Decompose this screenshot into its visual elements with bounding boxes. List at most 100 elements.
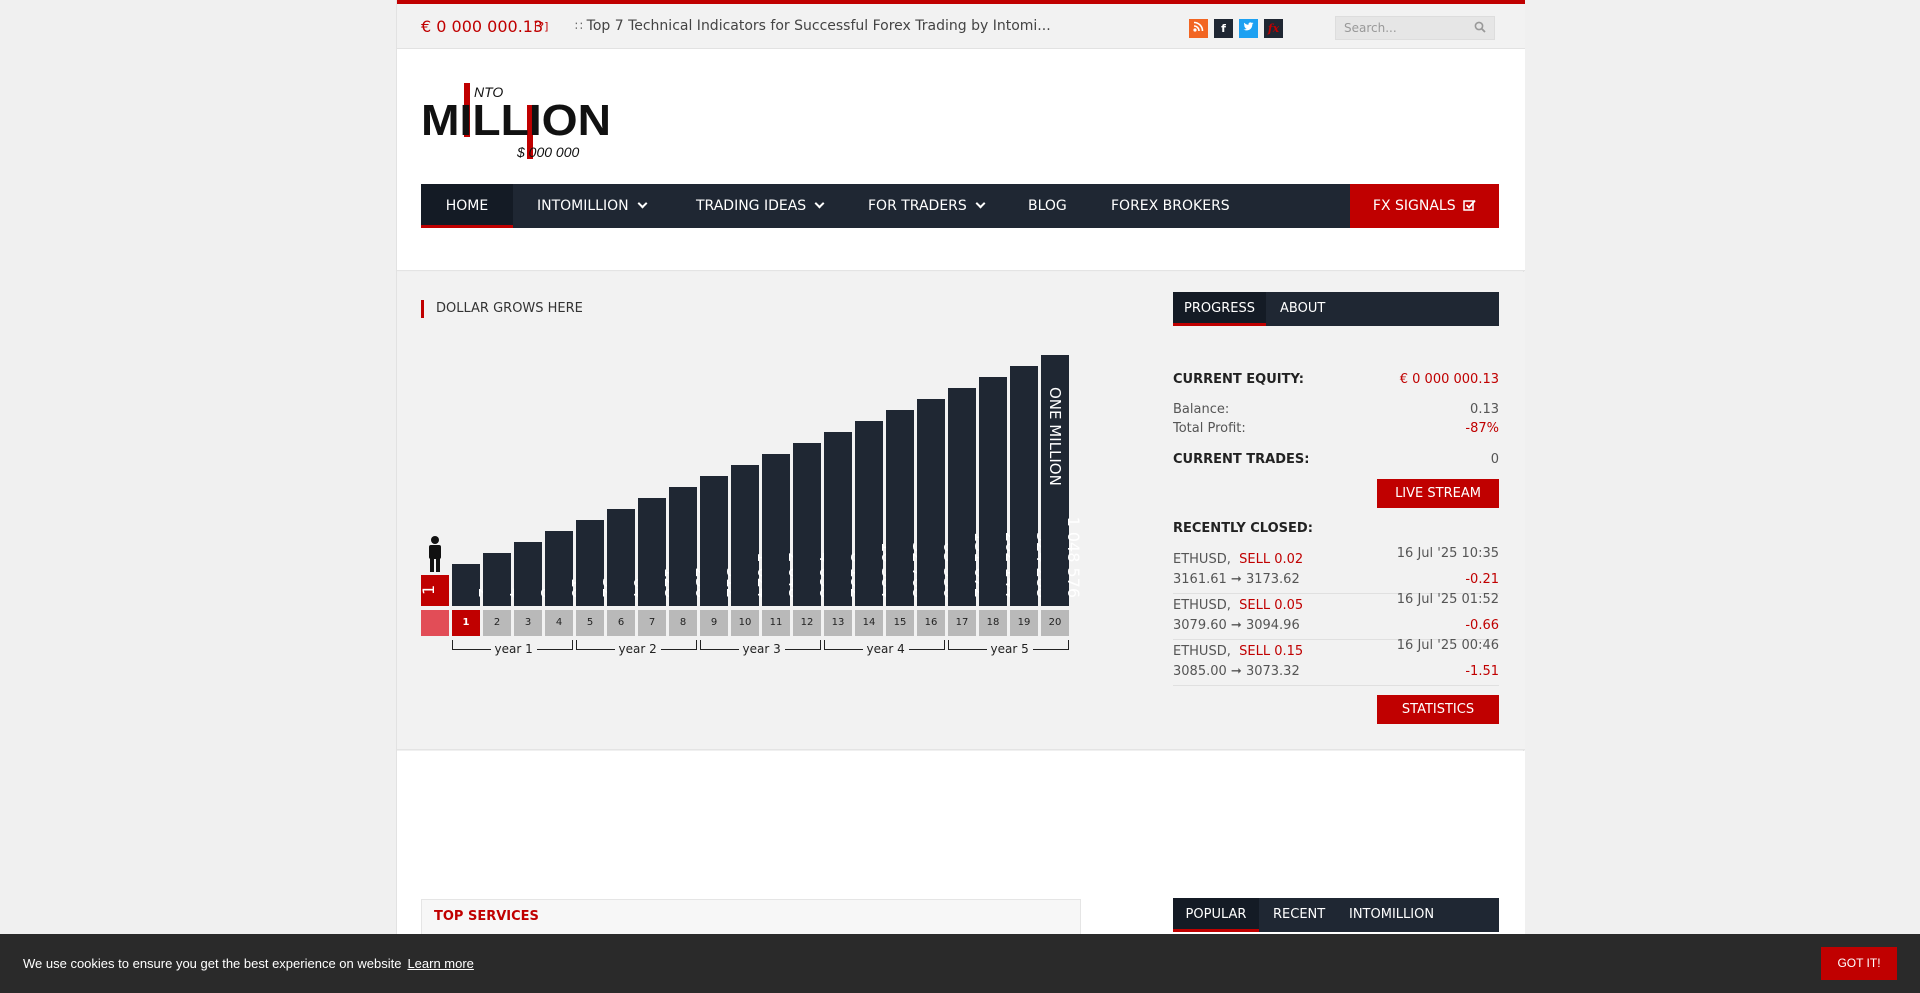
nav-item-intomillion[interactable]: INTOMILLION bbox=[537, 184, 648, 228]
cookie-learn-more-link[interactable]: Learn more bbox=[407, 956, 473, 971]
site-header: NTO MILLION $ 000 000 HOME INTOMILLION T… bbox=[397, 49, 1525, 271]
nav-for-traders-label: FOR TRADERS bbox=[868, 198, 967, 214]
sidebar-tabs: PROGRESS ABOUT bbox=[1173, 292, 1499, 326]
tab-popular[interactable]: POPULAR bbox=[1173, 898, 1259, 932]
fx-signals-label: FX SIGNALS bbox=[1372, 198, 1456, 214]
chart-bar: 524 288 bbox=[1010, 366, 1052, 606]
year-label: year 4 bbox=[862, 642, 909, 656]
chart-bar: 262 144 bbox=[979, 377, 1021, 606]
nav-item-blog[interactable]: BLOG bbox=[1028, 184, 1067, 228]
tab-intomillion[interactable]: INTOMILLION bbox=[1349, 898, 1434, 932]
fx-icon[interactable]: fx bbox=[1264, 19, 1283, 38]
chart-step-box: 14 bbox=[855, 610, 883, 636]
trade-side: SELL 0.02 bbox=[1239, 552, 1304, 567]
tab-about[interactable]: ABOUT bbox=[1280, 292, 1325, 326]
twitter-icon-svg bbox=[1243, 22, 1254, 31]
cookie-message-text: We use cookies to ensure you get the bes… bbox=[23, 956, 402, 971]
chart-bar-label: 1 048 576 bbox=[1064, 516, 1083, 598]
chart-step-box: 8 bbox=[669, 610, 697, 636]
trade-item: ETHUSD, SELL 0.15 16 Jul '25 00:46 3085.… bbox=[1173, 638, 1499, 686]
posts-tabs: POPULAR RECENT INTOMILLION bbox=[1173, 898, 1499, 932]
nav-item-home[interactable]: HOME bbox=[421, 184, 513, 228]
chart-step-box: 15 bbox=[886, 610, 914, 636]
fx-signals-button[interactable]: FX SIGNALS bbox=[1350, 184, 1499, 228]
tab-recent[interactable]: RECENT bbox=[1273, 898, 1325, 932]
chevron-down-icon bbox=[975, 198, 986, 209]
chart-bar: 64 bbox=[607, 509, 649, 606]
trade-close: 3173.62 bbox=[1245, 572, 1300, 587]
chart-step-box: 1 bbox=[452, 610, 480, 636]
main-nav: HOME INTOMILLION TRADING IDEAS FOR TRADE… bbox=[421, 184, 1499, 228]
trade-item: ETHUSD, SELL 0.02 16 Jul '25 10:35 3161.… bbox=[1173, 546, 1499, 594]
arrow-right-icon: ➞ bbox=[1230, 618, 1242, 633]
nav-forex-brokers-label: FOREX BROKERS bbox=[1111, 198, 1230, 214]
arrow-right-icon: ➞ bbox=[1230, 572, 1242, 587]
year-label: year 3 bbox=[738, 642, 785, 656]
search-box[interactable]: Search... bbox=[1335, 16, 1495, 40]
chevron-down-icon bbox=[814, 198, 825, 209]
trade-item: ETHUSD, SELL 0.05 16 Jul '25 01:52 3079.… bbox=[1173, 592, 1499, 640]
trade-symbol: ETHUSD, SELL 0.02 bbox=[1173, 552, 1303, 567]
site-logo[interactable]: NTO MILLION $ 000 000 bbox=[421, 79, 611, 161]
chart-bar: 16 384 bbox=[855, 421, 897, 606]
facebook-icon[interactable]: f bbox=[1214, 19, 1233, 38]
twitter-icon[interactable] bbox=[1239, 19, 1258, 38]
chart-bar: 131 072 bbox=[948, 388, 990, 606]
tab-progress[interactable]: PROGRESS bbox=[1173, 292, 1266, 326]
live-stream-button[interactable]: LIVE STREAM bbox=[1377, 479, 1499, 508]
search-icon[interactable] bbox=[1474, 21, 1486, 33]
balance-label: Balance: bbox=[1173, 402, 1230, 417]
year-label: year 1 bbox=[490, 642, 537, 656]
equity-help-link[interactable]: [?] bbox=[534, 20, 548, 33]
trade-prices: 3085.00 ➞ 3073.32 bbox=[1173, 664, 1300, 679]
nav-item-for-traders[interactable]: FOR TRADERS bbox=[868, 184, 986, 228]
statistics-button[interactable]: STATISTICS bbox=[1377, 695, 1499, 724]
trade-symbol-text: ETHUSD, bbox=[1173, 644, 1231, 659]
year-label: year 2 bbox=[614, 642, 661, 656]
main-section: DOLLAR GROWS HERE 1 21428316432564612872… bbox=[397, 272, 1525, 750]
year-label: year 5 bbox=[986, 642, 1033, 656]
chart-step-box: 16 bbox=[917, 610, 945, 636]
chart-step-box: 19 bbox=[1010, 610, 1038, 636]
page-container: € 0 000 000.13 [?] ∷ Top 7 Technical Indi… bbox=[396, 0, 1525, 993]
chart-step-box: 20 bbox=[1041, 610, 1069, 636]
chart-bar: 32 bbox=[576, 520, 618, 606]
rss-small-icon: ∷ bbox=[575, 19, 583, 33]
chart-start-box bbox=[421, 610, 449, 636]
trade-pl: -0.66 bbox=[1465, 618, 1499, 633]
nav-item-forex-brokers[interactable]: FOREX BROKERS bbox=[1111, 184, 1230, 228]
cookie-accept-button[interactable]: GOT IT! bbox=[1821, 947, 1897, 980]
chart-bar: 256 bbox=[669, 487, 711, 606]
chart-step-box: 7 bbox=[638, 610, 666, 636]
trade-symbol-text: ETHUSD, bbox=[1173, 552, 1231, 567]
top-services-title: TOP SERVICES bbox=[434, 909, 539, 924]
current-trades-label: CURRENT TRADES: bbox=[1173, 452, 1310, 467]
current-equity-value: € 0 000 000.13 bbox=[1399, 372, 1499, 387]
news-ticker-text[interactable]: Top 7 Technical Indicators for Successfu… bbox=[587, 18, 1051, 34]
nav-intomillion-label: INTOMILLION bbox=[537, 198, 629, 214]
section-title: DOLLAR GROWS HERE bbox=[421, 300, 583, 318]
chart-step-box: 5 bbox=[576, 610, 604, 636]
trade-date: 16 Jul '25 00:46 bbox=[1396, 638, 1499, 653]
profit-label: Total Profit: bbox=[1173, 421, 1246, 436]
chart-step-box: 13 bbox=[824, 610, 852, 636]
nav-trading-ideas-label: TRADING IDEAS bbox=[696, 198, 807, 214]
chart-bar: 16 bbox=[545, 531, 587, 606]
trade-symbol: ETHUSD, SELL 0.05 bbox=[1173, 598, 1303, 613]
search-input[interactable]: Search... bbox=[1344, 21, 1397, 35]
news-ticker[interactable]: ∷ Top 7 Technical Indicators for Successf… bbox=[575, 18, 1051, 34]
top-services-header: TOP SERVICES bbox=[421, 899, 1081, 935]
chart-bar: 8 192 bbox=[824, 432, 866, 606]
chart-start-label: 1 bbox=[419, 584, 438, 595]
trade-close: 3094.96 bbox=[1245, 618, 1300, 633]
trade-pl: -1.51 bbox=[1465, 664, 1499, 679]
chart-step-box: 11 bbox=[762, 610, 790, 636]
chart-step-box: 18 bbox=[979, 610, 1007, 636]
rss-icon[interactable] bbox=[1189, 19, 1208, 38]
nav-item-trading-ideas[interactable]: TRADING IDEAS bbox=[696, 184, 825, 228]
chart-bar: 1 048 576 ONE MILLION bbox=[1041, 355, 1083, 606]
current-trades-value: 0 bbox=[1490, 452, 1499, 467]
trade-open: 3161.61 bbox=[1173, 572, 1227, 587]
profit-value: -87% bbox=[1465, 421, 1499, 436]
balance-value: 0.13 bbox=[1470, 402, 1499, 417]
